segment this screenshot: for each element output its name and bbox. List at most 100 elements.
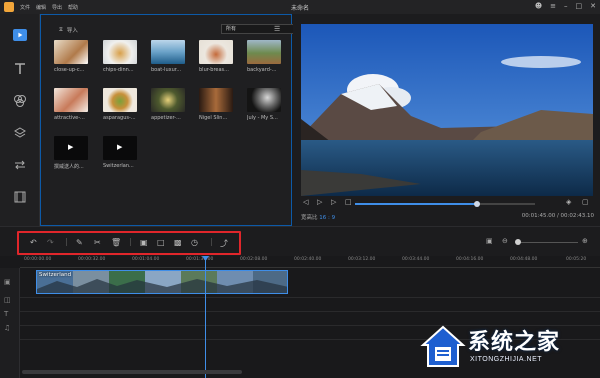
text-tab[interactable] <box>0 58 40 80</box>
film-icon <box>14 191 26 203</box>
media-thumb-label: July - My S... <box>247 115 278 121</box>
filter-tab[interactable] <box>0 90 40 112</box>
media-thumb[interactable] <box>199 40 233 64</box>
overlay-track[interactable] <box>20 298 600 312</box>
ruler-label: 00:01:04.00 <box>132 257 160 262</box>
media-icon <box>13 29 27 41</box>
delete-icon[interactable]: 🗑 <box>111 238 121 247</box>
prev-frame-icon[interactable]: ◁ <box>303 198 308 206</box>
transition-icon <box>15 160 25 170</box>
transition-tab[interactable] <box>0 154 40 176</box>
account-icon[interactable]: ☻ <box>535 2 542 10</box>
import-button[interactable]: ⧖ 导入 <box>59 26 78 35</box>
media-tab[interactable] <box>0 24 40 46</box>
text-icon <box>15 63 25 74</box>
window-title: 未命名 <box>290 4 309 12</box>
ruler-label: 00:01:36.00 <box>186 257 214 262</box>
media-thumb[interactable] <box>151 40 185 64</box>
video-track-icon: ▣ <box>4 278 11 286</box>
ruler-label: 00:04:48.00 <box>510 257 538 262</box>
ruler-label: 00:03:12.00 <box>348 257 376 262</box>
media-thumb-label: chips-dinn... <box>103 67 134 73</box>
media-thumb-label: close-up-c... <box>54 67 85 73</box>
zoom-fit-icon[interactable]: □ <box>157 238 165 247</box>
menu-export[interactable]: 导出 <box>52 4 62 11</box>
mountain-lake-image <box>301 24 593 196</box>
scrubber-progress <box>355 203 478 205</box>
list-view-icon[interactable]: ☰ <box>274 25 280 33</box>
fit-timeline-icon[interactable]: ▣ <box>486 237 493 245</box>
close-icon[interactable]: ✕ <box>590 2 596 10</box>
media-thumb[interactable]: ▶ <box>103 136 137 160</box>
zoom-out-icon[interactable]: ⊖ <box>502 237 508 245</box>
aspect-ratio-label: 宽高比 <box>301 215 318 221</box>
media-thumb-label: appetizer-... <box>151 115 181 121</box>
minimize-icon[interactable]: – <box>564 2 568 10</box>
media-thumb[interactable] <box>103 88 137 112</box>
redo-icon[interactable]: ↷ <box>47 238 54 247</box>
aspect-ratio-value[interactable]: 16 : 9 <box>319 215 335 221</box>
media-thumb[interactable] <box>247 88 281 112</box>
overlay-track-icon: ◫ <box>4 296 11 304</box>
ruler-label: 00:00:32.00 <box>78 257 106 262</box>
app-logo-icon <box>4 2 14 12</box>
timeline-scrollbar[interactable] <box>22 370 242 374</box>
media-thumb[interactable] <box>54 88 88 112</box>
scissors-icon[interactable]: ✂ <box>94 238 101 247</box>
library-header: ⧖ 导入 所有 ▾ ☰ <box>41 23 305 37</box>
menu-edit[interactable]: 编辑 <box>36 4 46 11</box>
divider <box>211 238 212 246</box>
text-track-icon: T <box>4 310 9 318</box>
next-frame-icon[interactable]: ▷ <box>331 198 336 206</box>
duration-icon[interactable]: ◷ <box>191 238 198 247</box>
ruler-label: 00:05:20 <box>566 257 587 262</box>
menu-file[interactable]: 文件 <box>20 4 30 11</box>
filter-value: 所有 <box>226 26 237 32</box>
clip-title: Switzerland <box>39 272 72 278</box>
fullscreen-icon[interactable]: ▢ <box>582 198 589 206</box>
menu-icon[interactable]: ≡ <box>550 2 556 10</box>
playback-scrubber[interactable] <box>355 201 535 207</box>
stop-icon[interactable]: □ <box>345 198 352 206</box>
maximize-icon[interactable]: □ <box>576 2 583 10</box>
undo-icon[interactable]: ↶ <box>30 238 37 247</box>
element-tab[interactable] <box>0 186 40 208</box>
title-bar: 文件 编辑 导出 帮助 未命名 ☻ ≡ – □ ✕ <box>0 0 600 14</box>
import-label: 导入 <box>66 28 78 34</box>
clip-filmstrip-image <box>37 271 287 293</box>
crop-icon[interactable]: ▣ <box>140 238 148 247</box>
video-clip[interactable]: Switzerland <box>36 270 288 294</box>
timeline-ruler[interactable]: 00:00:00.00 00:00:32.00 00:01:04.00 00:0… <box>20 256 600 268</box>
pen-icon[interactable]: ✎ <box>76 238 83 247</box>
play-icon: ▶ <box>68 143 74 151</box>
media-thumb[interactable] <box>103 40 137 64</box>
house-logo-icon <box>420 325 466 367</box>
menu-help[interactable]: 帮助 <box>68 4 78 11</box>
timecode: 00:01:45.00 / 00:02:43.10 <box>521 213 594 219</box>
media-thumb[interactable] <box>199 88 233 112</box>
watermark: 系统之家 XITONGZHIJIA.NET <box>416 318 596 376</box>
play-icon: ▶ <box>117 143 123 151</box>
play-icon[interactable]: ▷ <box>317 198 322 206</box>
media-thumb[interactable] <box>151 88 185 112</box>
filter-icon <box>14 95 26 107</box>
ruler-label: 00:00:00.00 <box>24 257 52 262</box>
ruler-label: 00:02:08.00 <box>240 257 268 262</box>
zoom-in-icon[interactable]: ⊕ <box>582 237 588 245</box>
scrubber-handle[interactable] <box>474 201 481 207</box>
left-toolbar <box>0 14 40 226</box>
zoom-slider[interactable] <box>518 242 578 243</box>
playback-controls: ◁ ▷ ▷ □ ◈ ▢ 宽高比 16 : 9 00:01:45.00 / 00:… <box>293 198 600 226</box>
ruler-label: 00:03:44.00 <box>402 257 430 262</box>
edit-toolbar: ↶ ↷ ✎ ✂ 🗑 ▣ □ ▩ ◷ ⤴ ▣ ⊖ ⊕ <box>0 226 600 256</box>
overlay-tab[interactable] <box>0 122 40 144</box>
freeze-frame-icon[interactable]: ▩ <box>174 238 182 247</box>
export-icon[interactable]: ⤴ <box>220 238 228 249</box>
zoom-slider-handle[interactable] <box>515 239 521 245</box>
media-thumb[interactable]: ▶ <box>54 136 88 160</box>
snapshot-icon[interactable]: ◈ <box>566 198 571 206</box>
media-thumb[interactable] <box>54 40 88 64</box>
menu-bar: 文件 编辑 导出 帮助 <box>20 4 78 11</box>
media-thumb[interactable] <box>247 40 281 64</box>
playhead[interactable] <box>205 256 206 378</box>
